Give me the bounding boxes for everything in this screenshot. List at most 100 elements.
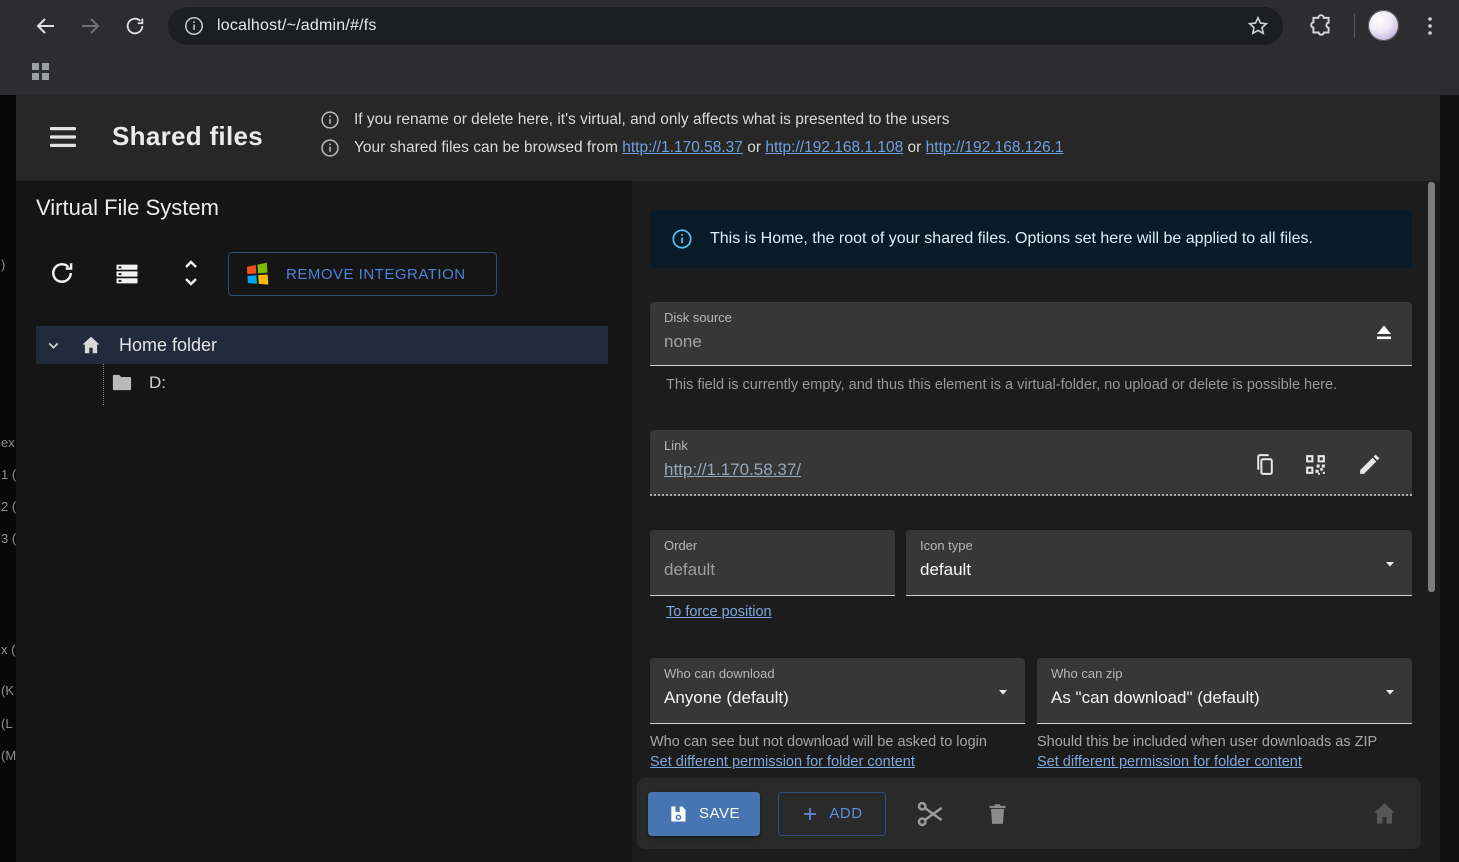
icon-type-select[interactable]: Icon type default [906, 530, 1412, 596]
remove-integration-button[interactable]: REMOVE INTEGRATION [228, 252, 497, 296]
icon-type-value: default [920, 560, 971, 580]
dropdown-arrow-icon [1382, 556, 1398, 572]
info-icon [320, 110, 340, 130]
url-text: localhost/~/admin/#/fs [217, 17, 377, 35]
menu-toggle-button[interactable] [50, 126, 76, 148]
nav-fragment: x (J [1, 642, 16, 657]
save-button-label: SAVE [699, 805, 740, 822]
who-can-download-label: Who can download [664, 666, 775, 681]
footer-toolbar: SAVE ADD [637, 778, 1421, 849]
notice-virtual: If you rename or delete here, it's virtu… [320, 110, 949, 130]
tree-connector [103, 364, 104, 405]
tree-row-d-drive[interactable]: D: [110, 371, 166, 394]
right-edge [1440, 95, 1459, 862]
back-arrow-icon [34, 14, 58, 38]
link-label: Link [664, 438, 688, 453]
reload-button[interactable] [121, 12, 149, 40]
hamburger-icon [50, 126, 76, 148]
vfs-flat-list-button[interactable] [113, 260, 141, 288]
who-can-download-select[interactable]: Who can download Anyone (default) [650, 658, 1025, 724]
tree-root-label: Home folder [119, 335, 217, 356]
bookmark-star-icon[interactable] [1246, 14, 1270, 38]
bookmarks-apps-button[interactable] [31, 62, 51, 82]
delete-button[interactable] [984, 800, 1011, 827]
force-position-link[interactable]: To force position [666, 604, 772, 620]
chrome-separator [1354, 14, 1355, 38]
who-can-zip-select[interactable]: Who can zip As "can download" (default) [1037, 658, 1412, 724]
disk-source-value: none [664, 332, 702, 352]
save-button[interactable]: SAVE [648, 792, 760, 836]
site-info-icon[interactable] [181, 13, 207, 39]
forward-button[interactable] [76, 12, 104, 40]
browse-link-2[interactable]: http://192.168.1.108 [765, 139, 903, 156]
admin-header: Shared files If you rename or delete her… [16, 95, 1440, 181]
notice-virtual-text: If you rename or delete here, it's virtu… [354, 111, 949, 129]
order-field[interactable]: Order default [650, 530, 895, 596]
page-title: Shared files [112, 121, 263, 152]
home-info-banner: This is Home, the root of your shared fi… [650, 210, 1412, 268]
dropdown-arrow-icon [995, 684, 1011, 700]
admin-page: ) ex ( 1 ( 2 ( 3 ( x (J (K (L (M Shared … [0, 95, 1459, 862]
puzzle-icon [1308, 13, 1334, 39]
windows-logo-icon [244, 261, 271, 288]
reload-icon [124, 15, 146, 37]
plus-icon [801, 805, 819, 823]
edit-pencil-icon[interactable] [1357, 452, 1382, 477]
address-bar[interactable]: localhost/~/admin/#/fs [168, 7, 1283, 45]
nav-fragment: 1 ( [1, 467, 16, 482]
nav-fragment: ) [1, 257, 16, 272]
nav-fragment: ex ( [1, 435, 16, 450]
who-can-zip-helper: Should this be included when user downlo… [1037, 734, 1417, 750]
browser-chrome: localhost/~/admin/#/fs [0, 0, 1459, 95]
back-button[interactable] [32, 12, 60, 40]
vfs-expand-collapse-button[interactable] [179, 258, 207, 286]
link-field: Link http://1.170.58.37/ [650, 430, 1412, 496]
folder-icon [110, 371, 133, 394]
qr-code-icon[interactable] [1303, 452, 1328, 477]
browse-link-1[interactable]: http://1.170.58.37 [622, 139, 743, 156]
browser-window: localhost/~/admin/#/fs [0, 0, 1459, 862]
add-button-label: ADD [829, 805, 862, 822]
vfs-title: Virtual File System [36, 195, 219, 221]
notice-browse: Your shared files can be browsed from ht… [320, 138, 1064, 158]
browser-menu-button[interactable] [1420, 13, 1440, 39]
banner-text: This is Home, the root of your shared fi… [710, 230, 1313, 248]
profile-avatar[interactable] [1368, 10, 1399, 41]
nav-fragment: (K [1, 683, 16, 698]
add-button[interactable]: ADD [778, 792, 886, 836]
clipped-nav-strip: ) ex ( 1 ( 2 ( 3 ( x (J (K (L (M [0, 95, 16, 862]
disk-source-helper: This field is currently empty, and thus … [666, 377, 1406, 393]
extensions-button[interactable] [1308, 13, 1334, 39]
who-can-zip-value: As "can download" (default) [1051, 688, 1260, 708]
order-label: Order [664, 538, 697, 553]
eject-icon[interactable] [1372, 321, 1396, 345]
disk-source-label: Disk source [664, 310, 732, 325]
folder-content-permission-link[interactable]: Set different permission for folder cont… [1037, 754, 1302, 770]
copy-icon[interactable] [1252, 452, 1277, 477]
list-icon [113, 260, 141, 288]
who-can-zip-label: Who can zip [1051, 666, 1123, 681]
who-can-download-value: Anyone (default) [664, 688, 789, 708]
tree-child-label: D: [149, 373, 166, 393]
browse-link-3[interactable]: http://192.168.126.1 [926, 139, 1064, 156]
kebab-menu-icon [1420, 13, 1440, 39]
notice-browse-text: Your shared files can be browsed from ht… [354, 139, 1064, 157]
home-icon [80, 334, 102, 356]
tree-row-home[interactable]: Home folder [36, 326, 608, 364]
cut-button[interactable] [915, 798, 947, 830]
go-home-button[interactable] [1371, 800, 1398, 827]
vfs-reload-button[interactable] [48, 259, 76, 287]
icon-type-label: Icon type [920, 538, 973, 553]
nav-fragment: (M [1, 748, 16, 763]
disk-source-field[interactable]: Disk source none [650, 302, 1412, 366]
chevron-down-icon[interactable] [45, 337, 62, 354]
who-can-download-helper: Who can see but not download will be ask… [650, 734, 1030, 750]
info-icon [671, 228, 693, 250]
link-value[interactable]: http://1.170.58.37/ [664, 460, 801, 480]
dropdown-arrow-icon [1382, 684, 1398, 700]
details-scrollbar[interactable] [1428, 182, 1435, 592]
folder-content-permission-link[interactable]: Set different permission for folder cont… [650, 754, 915, 770]
unfold-more-icon [179, 258, 207, 288]
info-icon [320, 138, 340, 158]
apps-grid-icon [31, 62, 51, 82]
